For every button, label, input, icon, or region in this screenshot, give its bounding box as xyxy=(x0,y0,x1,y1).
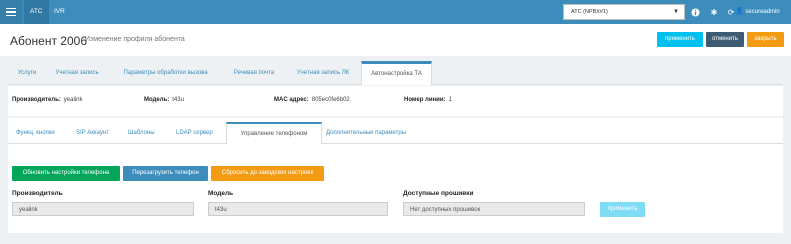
close-button[interactable]: закрыть xyxy=(747,32,784,47)
chevron-down-icon: ▼ xyxy=(673,9,679,15)
tab-func-keys[interactable]: Функц. кнопки xyxy=(16,122,55,144)
user-icon: 👤 xyxy=(735,8,744,15)
vendor-info: Производитель: yealink xyxy=(12,97,83,103)
vendor-field: yealink xyxy=(12,202,194,216)
vendor-field-label: Производитель xyxy=(12,190,63,197)
model-info: Модель: t43u xyxy=(144,97,184,103)
page-header: Абонент 2006 Изменение профиля абонента … xyxy=(0,24,791,56)
firmware-apply-button[interactable]: применить xyxy=(600,202,645,217)
nav-tab-ats[interactable]: АТС xyxy=(24,0,49,24)
phone-management-panel: Функц. кнопки SIP Аккаунт Шаблоны LDAP с… xyxy=(8,118,783,233)
firmware-field-label: Доступные прошивки xyxy=(403,190,474,197)
page-subtitle: Изменение профиля абонента xyxy=(85,36,185,43)
gear-icon[interactable]: ✱ xyxy=(709,7,719,17)
main-tabs: Услуги Учетная запись Параметры обработк… xyxy=(8,61,783,85)
pbx-select-value: АТС (NPBX#1) xyxy=(571,9,608,15)
top-navbar: АТС IVR АТС (NPBX#1) ▼ ✱ ⟳ 👤 secureadmin xyxy=(0,0,791,24)
tab-call-params[interactable]: Параметры обработки вызова xyxy=(108,61,223,85)
tab-voicemail[interactable]: Речевая почта xyxy=(223,61,285,85)
menu-icon[interactable] xyxy=(0,0,22,24)
user-menu[interactable]: 👤 secureadmin xyxy=(735,0,780,24)
cancel-button[interactable]: отменить xyxy=(706,32,744,47)
tab-ldap[interactable]: LDAP сервер xyxy=(176,122,213,144)
username: secureadmin xyxy=(745,9,780,15)
apply-button[interactable]: применить xyxy=(657,32,703,47)
tab-extra-params[interactable]: Дополнительные параметры xyxy=(326,122,406,144)
info-icon[interactable] xyxy=(690,7,700,17)
mac-info: MAC адрес: 805ec0fe6b02 xyxy=(274,97,350,103)
sub-tabs: Функц. кнопки SIP Аккаунт Шаблоны LDAP с… xyxy=(8,122,783,144)
line-info: Номер линии: 1 xyxy=(404,97,452,103)
nav-tab-ivr[interactable]: IVR xyxy=(48,0,71,24)
tab-autoprovision[interactable]: Автонастройка ТА xyxy=(361,61,432,85)
tab-account[interactable]: Учетная запись xyxy=(46,61,108,85)
tab-lk-account[interactable]: Учетная запись ЛК xyxy=(285,61,361,85)
pbx-select[interactable]: АТС (NPBX#1) ▼ xyxy=(563,4,685,20)
update-settings-button[interactable]: Обновить настройки телефона xyxy=(12,166,120,181)
device-info-bar: Производитель: yealink Модель: t43u MAC ад… xyxy=(8,86,783,116)
factory-reset-button[interactable]: Сбросить до заводских настроек xyxy=(211,166,324,181)
firmware-select[interactable]: Нет доступных прошивок xyxy=(403,202,585,216)
tab-services[interactable]: Услуги xyxy=(8,61,46,85)
tab-sip-account[interactable]: SIP Аккаунт xyxy=(76,122,109,144)
page-title: Абонент 2006 xyxy=(10,34,88,48)
tab-templates[interactable]: Шаблоны xyxy=(128,122,155,144)
tab-phone-management[interactable]: Управление телефоном xyxy=(226,122,322,144)
reboot-phone-button[interactable]: Перезагрузить телефон xyxy=(123,166,208,181)
model-field-label: Модель xyxy=(208,190,234,197)
model-field: t43u xyxy=(208,202,388,216)
